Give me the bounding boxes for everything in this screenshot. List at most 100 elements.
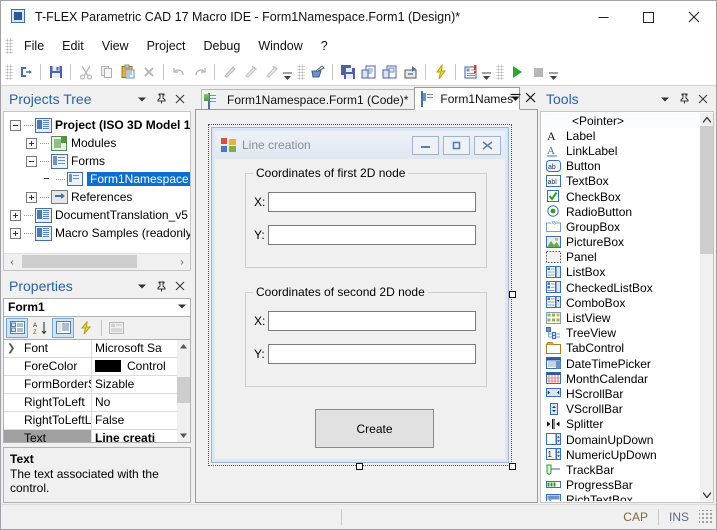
scroll-up-icon[interactable] (177, 340, 190, 353)
tool-item-checkedlistbox[interactable]: CheckedListBox (542, 280, 699, 295)
pin-icon[interactable] (153, 278, 169, 294)
alphabetical-button[interactable]: A Z (29, 318, 51, 338)
properties-grid-vscrollbar[interactable] (177, 339, 190, 442)
tool-item-domainupdown[interactable]: DomainUpDown (542, 432, 699, 447)
projects-tree-hscrollbar[interactable]: ‹ › (4, 253, 190, 270)
tool-item-textbox[interactable]: abl TextBox (542, 174, 699, 189)
tool-item-numericupdown[interactable]: 1 NumericUpDown (542, 447, 699, 462)
first-node-x-input[interactable] (268, 192, 476, 212)
menu-grip-icon[interactable] (5, 37, 13, 54)
scroll-up-icon[interactable] (700, 113, 713, 126)
tool-item-splitter[interactable]: Splitter (542, 417, 699, 432)
run-icon[interactable] (506, 61, 527, 82)
expander-icon[interactable] (26, 137, 37, 149)
tree-node-project[interactable]: Project (ISO 3D Model 1) (4, 116, 190, 134)
resize-handle-right[interactable] (509, 291, 516, 298)
maximize-button[interactable] (626, 1, 671, 33)
second-node-y-input[interactable] (268, 344, 476, 364)
tool-item-groupbox[interactable]: xy GroupBox (542, 219, 699, 234)
form-close-button[interactable] (474, 135, 501, 155)
property-value[interactable]: Line creati (92, 430, 177, 442)
create-button[interactable]: Create (315, 409, 434, 448)
second-node-x-input[interactable] (268, 311, 476, 331)
add-module-icon[interactable] (358, 61, 379, 82)
property-row[interactable]: ForeColor Control (4, 357, 177, 376)
tool-item-combobox[interactable]: ComboBox (542, 295, 699, 310)
add-reference-icon[interactable] (400, 61, 421, 82)
toolbar-grip-icon[interactable] (496, 63, 504, 80)
paste-icon[interactable] (117, 61, 138, 82)
property-row[interactable]: ❯ Font Microsoft Sa (4, 339, 177, 358)
chevron-right-icon[interactable]: ❯ (7, 340, 15, 357)
chevron-down-icon[interactable] (657, 91, 673, 107)
new-macro-icon[interactable] (307, 61, 328, 82)
tool-item-trackbar[interactable]: TrackBar (542, 462, 699, 477)
close-icon[interactable] (172, 278, 188, 294)
groupbox-second-node[interactable]: Coordinates of second 2D node X: Y: (245, 285, 487, 387)
close-icon[interactable] (695, 91, 711, 107)
close-icon[interactable] (523, 88, 538, 106)
property-row-selected[interactable]: Text Line creati (4, 429, 177, 442)
vscroll-thumb[interactable] (177, 376, 190, 403)
close-button[interactable] (671, 1, 716, 33)
export-icon[interactable] (15, 61, 36, 82)
tree-node-macro-samples[interactable]: Macro Samples (readonly) (4, 224, 190, 242)
tool-item-datetimepicker[interactable]: DateTimePicker (542, 356, 699, 371)
tool-item-pointer[interactable]: <Pointer> (542, 113, 699, 129)
tool-item-radiobutton[interactable]: RadioButton (542, 204, 699, 219)
save-icon[interactable] (45, 61, 66, 82)
property-value[interactable]: Microsoft Sa (92, 340, 177, 357)
properties-grid[interactable]: ❯ Font Microsoft Sa ForeColor Control Fo… (3, 339, 191, 443)
categorized-button[interactable] (6, 317, 28, 338)
toolbar-grip-icon[interactable] (297, 63, 305, 80)
tree-node-modules[interactable]: Modules (4, 134, 190, 152)
expander-icon[interactable] (10, 119, 21, 131)
tab-form1-design[interactable]: Form1Names (414, 87, 521, 110)
expander-icon[interactable] (10, 227, 21, 239)
tool-item-treeview[interactable]: TreeView (542, 326, 699, 341)
add-form-icon[interactable] (379, 61, 400, 82)
tool-item-picturebox[interactable]: PictureBox (542, 235, 699, 250)
hscroll-track[interactable] (20, 254, 174, 270)
tool-item-linklabel[interactable]: A LinkLabel (542, 143, 699, 158)
toolbar-grip-icon[interactable] (5, 63, 13, 80)
properties-button[interactable] (52, 317, 74, 338)
tool-item-label[interactable]: A Label (542, 128, 699, 144)
property-value[interactable]: False (92, 412, 177, 429)
form-design-surface[interactable]: Line creation Coordinates of first 2D no… (195, 109, 538, 503)
property-value[interactable]: No (92, 394, 177, 411)
tab-form1-code[interactable]: Form1Namespace.Form1 (Code)* (201, 89, 416, 110)
tool-item-panel[interactable]: Panel (542, 250, 699, 265)
compile-icon[interactable] (430, 61, 451, 82)
tree-node-form1namespace[interactable]: Form1Namespace. (4, 170, 190, 188)
vscroll-track[interactable] (177, 353, 190, 429)
designed-form[interactable]: Line creation Coordinates of first 2D no… (208, 124, 516, 470)
tools-list-body[interactable]: <Pointer> A Label A LinkLabel ab Button … (540, 111, 714, 503)
groupbox-first-node[interactable]: Coordinates of first 2D node X: Y: (245, 166, 487, 268)
scroll-right-icon[interactable]: › (174, 254, 190, 270)
form-minimize-button[interactable] (412, 135, 439, 155)
tool-item-vscrollbar[interactable]: VScrollBar (542, 402, 699, 417)
chevron-down-icon[interactable] (508, 88, 523, 106)
toolbar-overflow-button[interactable] (282, 61, 293, 82)
errors-icon[interactable] (460, 61, 481, 82)
tool-item-listview[interactable]: ListView (542, 310, 699, 325)
tools-list[interactable]: <Pointer> A Label A LinkLabel ab Button … (542, 113, 699, 501)
chevron-down-icon[interactable] (134, 278, 150, 294)
tool-item-hscrollbar[interactable]: HScrollBar (542, 386, 699, 401)
tools-vscroll-thumb[interactable] (700, 126, 713, 254)
scroll-down-icon[interactable] (700, 488, 713, 501)
expander-icon[interactable] (26, 155, 37, 167)
events-button[interactable] (75, 318, 97, 338)
tool-item-monthcalendar[interactable]: MonthCalendar (542, 371, 699, 386)
menu-edit[interactable]: Edit (53, 35, 93, 57)
properties-object-select[interactable]: Form1 (3, 298, 191, 317)
tools-vscrollbar[interactable] (700, 113, 713, 501)
projects-tree[interactable]: Project (ISO 3D Model 1) Modules Forms F… (4, 112, 190, 242)
tree-node-references[interactable]: References (4, 188, 190, 206)
pin-icon[interactable] (153, 91, 169, 107)
expander-icon[interactable] (10, 209, 21, 221)
tree-node-forms[interactable]: Forms (4, 152, 190, 170)
tool-item-listbox[interactable]: ListBox (542, 265, 699, 280)
scroll-down-icon[interactable] (177, 429, 190, 442)
